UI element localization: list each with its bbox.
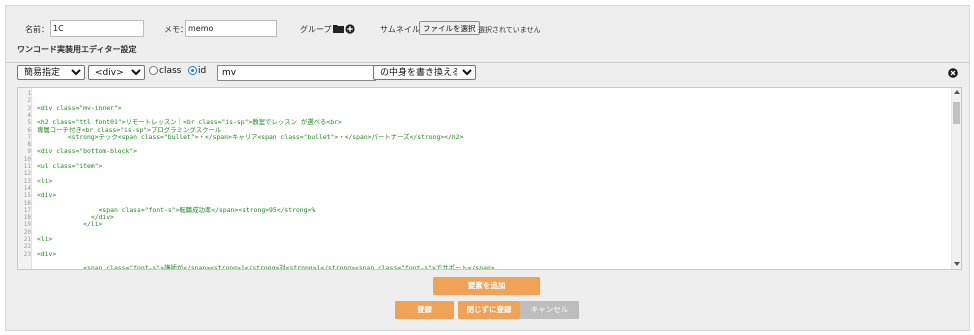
add-element-button[interactable]: 要素を追加 (433, 277, 540, 295)
selector-input[interactable] (217, 65, 376, 81)
memo-input[interactable] (185, 20, 277, 37)
line-number: 13 (23, 177, 31, 185)
add-group-icon[interactable] (345, 24, 355, 34)
code-line: <strong>テック<span class="bullet">・</span>… (37, 132, 464, 141)
line-number: 19 (23, 221, 31, 229)
line-number: 4 (27, 111, 31, 119)
line-number: 3 (27, 104, 31, 112)
line-number: 22 (23, 243, 31, 251)
code-editor[interactable]: 1 2 3 4 5 6 7 8 9 10 11 12 13 14 15 16 17 18 19 20 21 22 23 <d… (17, 87, 962, 270)
scroll-up-icon[interactable] (954, 90, 960, 94)
line-number: 1 (27, 90, 31, 97)
line-number: 2 (27, 97, 31, 105)
line-number: 17 (23, 206, 31, 214)
line-number-gutter: 1 2 3 4 5 6 7 8 9 10 11 12 13 14 15 16 17 18 19 20 21 22 23 (18, 88, 32, 269)
radio-class[interactable] (149, 66, 158, 75)
line-number: 23 (23, 250, 31, 258)
scroll-thumb[interactable] (953, 102, 960, 124)
code-line: <li> (37, 176, 53, 185)
line-number: 11 (23, 163, 31, 170)
code-line: <div> (37, 249, 57, 258)
section-title: ワンコード実装用エディター設定 (17, 45, 137, 54)
action-select[interactable]: の中身を書き換える (373, 65, 476, 80)
code-line: <span class="font-s">講師が</span><strong>1… (37, 264, 495, 270)
line-number: 10 (23, 155, 31, 163)
file-status-text: 選択されていません (478, 26, 541, 34)
close-icon[interactable] (948, 68, 958, 78)
scroll-down-icon[interactable] (954, 262, 960, 266)
name-label: 名前： (25, 25, 49, 34)
code-line: <div> (37, 191, 57, 200)
line-number: 16 (23, 199, 31, 207)
code-line: <div class="bottom-block"> (37, 147, 138, 156)
meta-row: 名前： メモ： グループ： サムネイル： ファイルを選択 選択されていません (6, 20, 969, 38)
code-line: <li> (37, 235, 53, 243)
radio-class-label: class (159, 66, 182, 76)
name-input[interactable] (50, 20, 144, 37)
cancel-button[interactable]: キャンセル (520, 301, 579, 319)
line-number: 5 (27, 119, 31, 127)
editor-scrollbar[interactable] (951, 88, 961, 269)
line-number: 6 (27, 126, 31, 134)
line-number: 12 (23, 170, 31, 178)
code-line: <ul class="item"> (37, 162, 103, 170)
mode-select[interactable]: 簡易指定 (17, 65, 85, 80)
line-number: 15 (23, 192, 31, 200)
folder-icon[interactable] (333, 24, 344, 33)
choose-file-button[interactable]: ファイルを選択 (419, 21, 480, 35)
radio-id-label: id (198, 66, 207, 76)
save-no-close-button[interactable]: 閉じずに登録 (458, 301, 520, 319)
line-number: 9 (27, 148, 31, 156)
edit-panel: 名前： メモ： グループ： サムネイル： ファイルを選択 選択されていません ワ… (5, 5, 970, 331)
line-number: 21 (23, 236, 31, 243)
line-number: 8 (27, 141, 31, 149)
save-button[interactable]: 登録 (395, 301, 454, 319)
code-line: <div class="mv-inner"> (37, 103, 122, 112)
divider (6, 62, 969, 63)
radio-id[interactable] (188, 66, 197, 75)
line-number: 7 (27, 133, 31, 141)
line-number: 18 (23, 214, 31, 222)
code-line: </li> (37, 220, 103, 229)
tag-select[interactable]: <div> (88, 65, 145, 80)
line-number: 20 (23, 228, 31, 236)
line-number: 14 (23, 184, 31, 192)
